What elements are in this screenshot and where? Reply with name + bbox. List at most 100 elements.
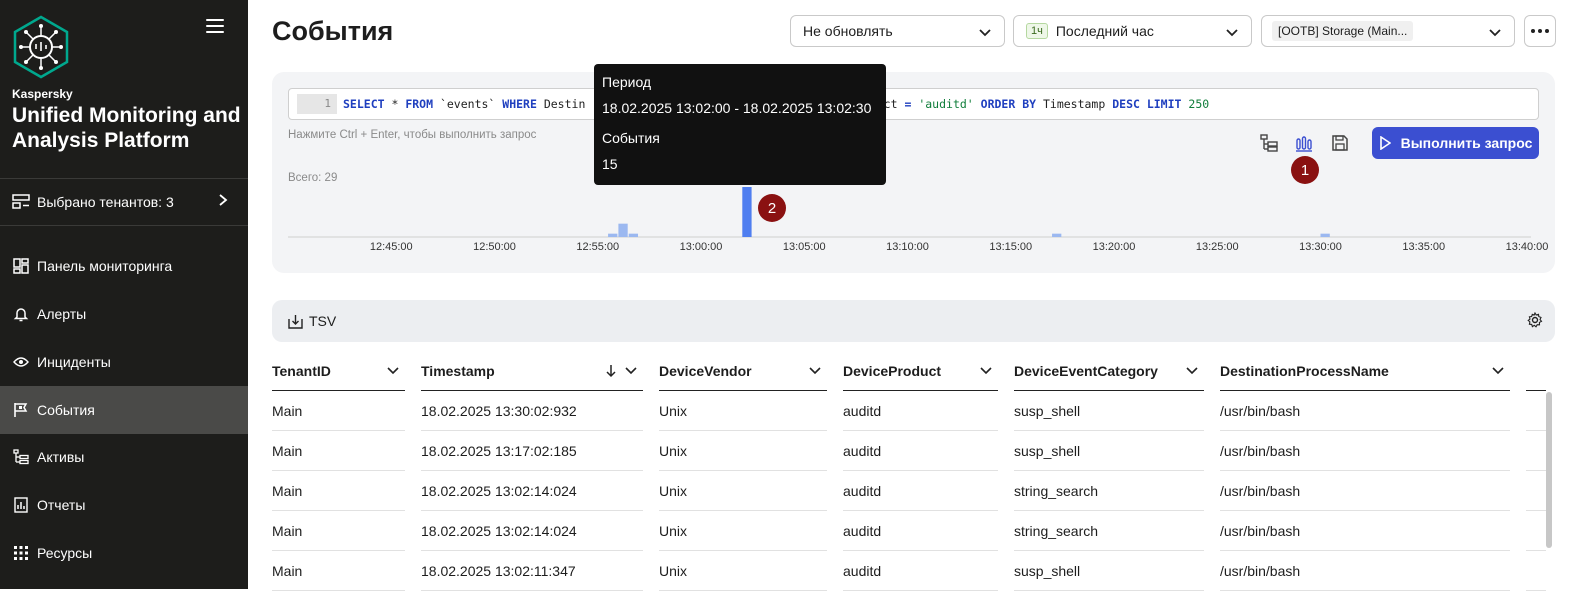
storage-select[interactable]: [OOTB] Storage (Main...: [1261, 15, 1515, 47]
column-header-extra: [1526, 352, 1546, 391]
tsv-label: TSV: [309, 313, 337, 329]
table-cell: /usr/bin/bash: [1220, 390, 1510, 431]
column-header-destinationprocessname[interactable]: DestinationProcessName: [1220, 352, 1510, 391]
sidebar-item-label: События: [37, 402, 95, 418]
x-tick-label: 13:15:00: [989, 241, 1032, 253]
menu-toggle-button[interactable]: [206, 19, 224, 35]
brand-product: Unified Monitoring and Analysis Platform: [12, 104, 241, 152]
play-icon: [1379, 136, 1391, 150]
sidebar-item-label: Панель мониторинга: [37, 258, 173, 274]
results-toolbar: TSV: [272, 300, 1555, 342]
column-header-timestamp[interactable]: Timestamp: [421, 352, 643, 391]
table-row[interactable]: Main 18.02.2025 13:02:14:024 Unix auditd str…: [272, 470, 1546, 511]
table-cell: susp_shell: [1014, 390, 1204, 431]
chevron-down-icon: [387, 367, 399, 375]
table-cell: auditd: [843, 430, 998, 471]
table-cell: Main: [272, 470, 405, 511]
table-cell: Unix: [659, 470, 827, 511]
table-cell: Unix: [659, 550, 827, 591]
histogram-bar[interactable]: [1320, 233, 1330, 237]
query-editor[interactable]: 1 SELECT * FROM `events` WHERE Destinvic…: [288, 88, 1539, 120]
query-builder-button[interactable]: [1258, 132, 1280, 154]
events-histogram: 12:45:00 12:50:00 12:55:00 13:00:00 13:05:00…: [288, 187, 1549, 253]
histogram-bar[interactable]: [628, 233, 639, 237]
table-cell: susp_shell: [1014, 430, 1204, 471]
sidebar-item-alerts[interactable]: Алерты: [0, 290, 248, 338]
column-header-devicevendor[interactable]: DeviceVendor: [659, 352, 827, 391]
save-icon: [1332, 135, 1348, 151]
save-query-button[interactable]: [1329, 132, 1351, 154]
gear-icon[interactable]: [1527, 311, 1543, 331]
tooltip-period-label: Период: [602, 74, 652, 90]
histogram-bar[interactable]: [608, 233, 618, 237]
storage-select-value: [OOTB] Storage (Main...: [1272, 21, 1414, 41]
histogram-bar[interactable]: [742, 187, 752, 237]
x-tick-label: 13:05:00: [783, 241, 826, 253]
refresh-select-value: Не обновлять: [803, 23, 893, 39]
grid-icon: [12, 544, 30, 562]
table-cell: auditd: [843, 470, 998, 511]
tooltip-events-label: События: [602, 130, 660, 146]
sidebar-item-resources[interactable]: Ресурсы: [0, 529, 248, 577]
x-tick-label: 13:40:00: [1506, 241, 1549, 253]
table-row[interactable]: Main 18.02.2025 13:02:11:347 Unix auditd sus…: [272, 550, 1546, 591]
table-cell: Unix: [659, 430, 827, 471]
sidebar-item-label: Активы: [37, 449, 85, 465]
x-tick-label: 13:20:00: [1093, 241, 1136, 253]
run-query-button[interactable]: Выполнить запрос: [1372, 127, 1539, 159]
x-tick-label: 13:00:00: [680, 241, 723, 253]
histogram-toggle-button[interactable]: [1293, 132, 1315, 154]
table-cell: susp_shell: [1014, 550, 1204, 591]
bar-chart-icon: [1296, 136, 1312, 152]
report-icon: [12, 496, 30, 514]
table-row[interactable]: Main 18.02.2025 13:02:14:024 Unix auditd str…: [272, 510, 1546, 551]
download-icon: [288, 314, 303, 329]
table-scrollbar[interactable]: [1546, 392, 1552, 548]
sidebar-item-dashboard[interactable]: Панель мониторинга: [0, 242, 248, 290]
table-cell: 18.02.2025 13:30:02:932: [421, 390, 643, 431]
more-options-button[interactable]: [1524, 15, 1556, 47]
run-query-label: Выполнить запрос: [1400, 135, 1533, 151]
sidebar: Kaspersky Unified Monitoring and Analysi…: [0, 0, 248, 589]
column-header-deviceeventcategory[interactable]: DeviceEventCategory: [1014, 352, 1204, 391]
column-header-deviceproduct[interactable]: DeviceProduct: [843, 352, 998, 391]
export-tsv-button[interactable]: TSV: [288, 313, 336, 329]
table-cell: 18.02.2025 13:02:14:024: [421, 470, 643, 511]
sidebar-item-events[interactable]: События: [0, 386, 248, 434]
sidebar-item-label: Алерты: [37, 306, 87, 322]
sidebar-item-assets[interactable]: Активы: [0, 433, 248, 481]
histogram-bar[interactable]: [618, 223, 628, 237]
sidebar-item-label: Отчеты: [37, 497, 86, 513]
table-cell: 18.02.2025 13:02:11:347: [421, 550, 643, 591]
brand-vendor: Kaspersky: [12, 87, 73, 101]
chevron-right-icon: [218, 193, 228, 212]
column-header-tenantid[interactable]: TenantID: [272, 352, 405, 391]
table-cell: 18.02.2025 13:17:02:185: [421, 430, 643, 471]
histogram-bar[interactable]: [1052, 233, 1062, 237]
table-cell: 18.02.2025 13:02:14:024: [421, 510, 643, 551]
chevron-down-icon: [625, 367, 637, 375]
hierarchy-icon: [1260, 134, 1278, 152]
table-row[interactable]: Main 18.02.2025 13:17:02:185 Unix auditd sus…: [272, 430, 1546, 471]
events-table: TenantID Timestamp DeviceVendor DevicePr…: [272, 352, 1546, 591]
eye-icon: [12, 353, 30, 371]
tenant-label: Выбрано тенантов: 3: [37, 194, 174, 210]
chevron-down-icon: [980, 367, 992, 375]
tenant-selector[interactable]: Выбрано тенантов: 3: [0, 178, 248, 226]
x-tick-label: 13:10:00: [886, 241, 929, 253]
period-select[interactable]: 1ч Последний час: [1013, 15, 1252, 47]
x-tick-label: 12:45:00: [370, 241, 413, 253]
sidebar-item-label: Инциденты: [37, 354, 111, 370]
sidebar-item-label: Ресурсы: [37, 545, 93, 561]
tooltip-events-value: 15: [602, 156, 618, 172]
refresh-select[interactable]: Не обновлять: [790, 15, 1005, 47]
sidebar-item-incidents[interactable]: Инциденты: [0, 338, 248, 386]
period-select-value: Последний час: [1055, 23, 1154, 39]
sidebar-item-reports[interactable]: Отчеты: [0, 481, 248, 529]
table-row[interactable]: Main 18.02.2025 13:30:02:932 Unix auditd sus…: [272, 390, 1546, 431]
chevron-down-icon: [809, 367, 821, 375]
table-cell: Main: [272, 390, 405, 431]
x-tick-label: 13:35:00: [1402, 241, 1445, 253]
chevron-down-icon: [1225, 25, 1239, 41]
page-title: События: [272, 16, 394, 46]
